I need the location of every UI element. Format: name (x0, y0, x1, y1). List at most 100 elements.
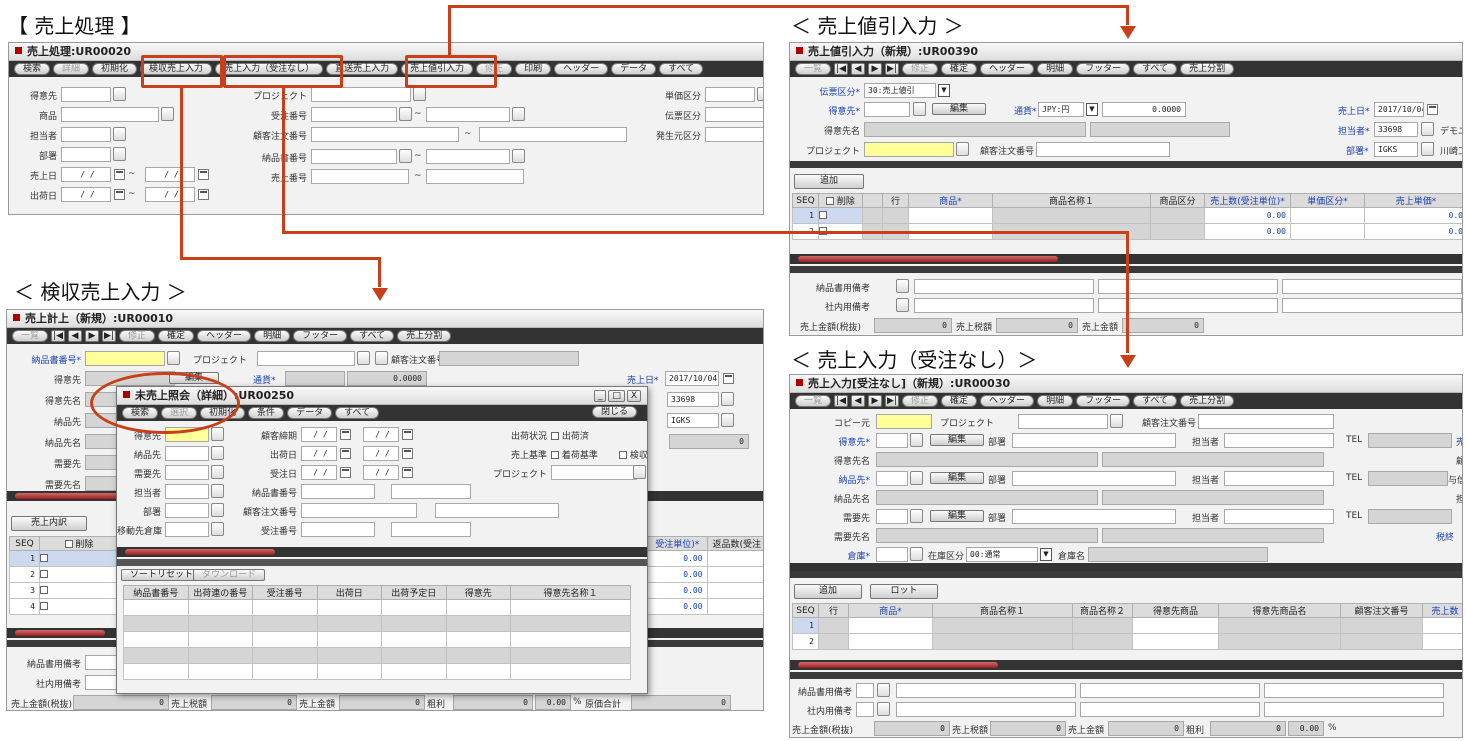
delivery-no-from[interactable] (311, 149, 397, 164)
dept-input[interactable] (61, 147, 111, 162)
confirm-button[interactable]: 確定 (941, 395, 978, 407)
demand-tel-input[interactable] (1368, 509, 1452, 524)
row-delete-checkbox[interactable] (40, 570, 48, 578)
delivery-no-select[interactable] (512, 149, 525, 163)
detail-breakdown-button[interactable]: 売上内訳 (11, 516, 87, 531)
table-row[interactable]: 1 (792, 617, 1462, 634)
delivery-note-input[interactable] (896, 683, 1076, 698)
delivery-note-code[interactable] (856, 683, 874, 698)
sales-no-from[interactable] (311, 169, 409, 184)
internal-note-code[interactable] (856, 702, 874, 717)
customer-staff-input[interactable] (1224, 433, 1334, 448)
customer-order-input[interactable] (439, 351, 579, 366)
splitter[interactable] (790, 161, 1462, 168)
row-delete-checkbox[interactable] (40, 554, 48, 562)
detail-button[interactable]: 明細 (1037, 395, 1074, 407)
staff-input[interactable]: 33698 (1374, 122, 1418, 137)
condition-button[interactable]: 条件 (248, 407, 285, 419)
rate-input[interactable]: 0.0000 (1102, 102, 1186, 117)
delivery-no-select[interactable] (167, 351, 180, 365)
customer-input[interactable] (864, 102, 910, 117)
delete-all-checkbox[interactable] (64, 540, 73, 548)
ship-date-from[interactable]: / / (61, 187, 111, 202)
delivery-no-to[interactable] (391, 484, 471, 499)
delivery-staff-input[interactable] (1224, 471, 1334, 486)
delivery-name-input[interactable] (876, 490, 1098, 505)
table-row[interactable] (123, 663, 631, 680)
demand-select[interactable] (211, 465, 224, 479)
customer-name-input[interactable] (876, 452, 1098, 467)
staff-input[interactable]: 33698 (667, 392, 719, 407)
qty-cell[interactable]: 0.00 (647, 598, 708, 615)
table-row[interactable]: 4 (9, 598, 119, 615)
staff-input[interactable] (61, 127, 111, 142)
order-date-from[interactable]: / / (301, 465, 337, 480)
chevron-down-icon[interactable]: ▼ (1086, 103, 1098, 116)
shipped-option[interactable]: 出荷済 (551, 429, 589, 442)
demand-name2-input[interactable] (1102, 528, 1324, 543)
delete-all-checkbox[interactable] (826, 197, 835, 205)
project-input[interactable] (311, 87, 411, 102)
order-no-from[interactable] (301, 522, 375, 537)
row-delete-checkbox[interactable] (819, 211, 827, 219)
credit-input[interactable]: 0 (669, 434, 749, 449)
split-button[interactable]: 売上分割 (1180, 395, 1235, 407)
delivery-no-select[interactable] (399, 149, 412, 163)
calendar-icon[interactable] (114, 189, 125, 200)
delivery-tel-input[interactable] (1368, 471, 1448, 486)
customer-order-from[interactable] (311, 127, 459, 142)
warehouse-select[interactable] (910, 547, 923, 561)
project-input[interactable] (864, 142, 954, 157)
prev-button[interactable]: ◀ (851, 395, 866, 407)
sales-date-to[interactable]: / / (145, 167, 195, 182)
closing-to[interactable]: / / (363, 427, 399, 442)
order-no-to[interactable] (426, 107, 510, 122)
next-button[interactable]: ▶ (868, 63, 883, 75)
customer-order-input[interactable] (1198, 414, 1334, 429)
data-button[interactable]: データ (287, 407, 333, 419)
add-button[interactable]: 追加 (794, 584, 862, 599)
project-input[interactable] (1018, 414, 1108, 429)
customer-name-input[interactable] (864, 122, 1086, 137)
chevron-down-icon[interactable]: ▼ (1040, 548, 1052, 561)
delivery-note3-input[interactable] (1264, 683, 1444, 698)
sales-date-from[interactable]: / / (61, 167, 111, 182)
product-select-button[interactable] (161, 107, 174, 121)
delivery-note-select[interactable] (896, 279, 909, 293)
dept-input[interactable]: IGKS (667, 413, 719, 428)
header-button[interactable]: ヘッダー (980, 395, 1035, 407)
detail-button[interactable]: 明細 (1037, 63, 1074, 75)
order-no-select[interactable] (399, 107, 412, 121)
order-date-to[interactable]: / / (363, 465, 399, 480)
internal-note-select[interactable] (896, 298, 909, 312)
split-button[interactable]: 売上分割 (1180, 63, 1235, 75)
customer-select[interactable] (211, 427, 224, 441)
inspection-option[interactable]: 検収 (619, 448, 647, 461)
internal-note-select[interactable] (877, 702, 890, 716)
init-button[interactable]: 初期化 (92, 63, 138, 75)
split-button[interactable]: 売上分割 (397, 330, 452, 342)
download-button[interactable]: ダウンロード (193, 569, 266, 581)
delivery-dept-input[interactable] (1012, 471, 1176, 486)
project-input[interactable] (257, 351, 355, 366)
last-button[interactable]: ▶| (885, 63, 900, 75)
customer-order-from[interactable] (301, 503, 417, 518)
prev-button[interactable]: ◀ (68, 330, 83, 342)
delivery-edit-button[interactable]: 編集 (930, 472, 984, 484)
modify-button[interactable]: 修正 (119, 330, 156, 342)
calendar-icon[interactable] (114, 169, 125, 180)
customer-order-input[interactable] (1036, 142, 1170, 157)
demand-staff-input[interactable] (1224, 509, 1334, 524)
customer-select[interactable] (910, 433, 923, 447)
staff-select-button[interactable] (113, 127, 126, 141)
delivery-no-from[interactable] (301, 484, 375, 499)
print-button[interactable]: 印刷 (515, 63, 552, 75)
header-button[interactable]: ヘッダー (197, 330, 252, 342)
customer-name2-input[interactable] (1090, 122, 1230, 137)
first-button[interactable]: |◀ (834, 63, 849, 75)
customer-dept-input[interactable] (1012, 433, 1176, 448)
table-row[interactable] (123, 647, 631, 664)
list-button[interactable]: 一覧 (12, 330, 49, 342)
internal-note2-input[interactable] (1098, 298, 1278, 313)
delivery-note-input[interactable] (914, 279, 1094, 294)
